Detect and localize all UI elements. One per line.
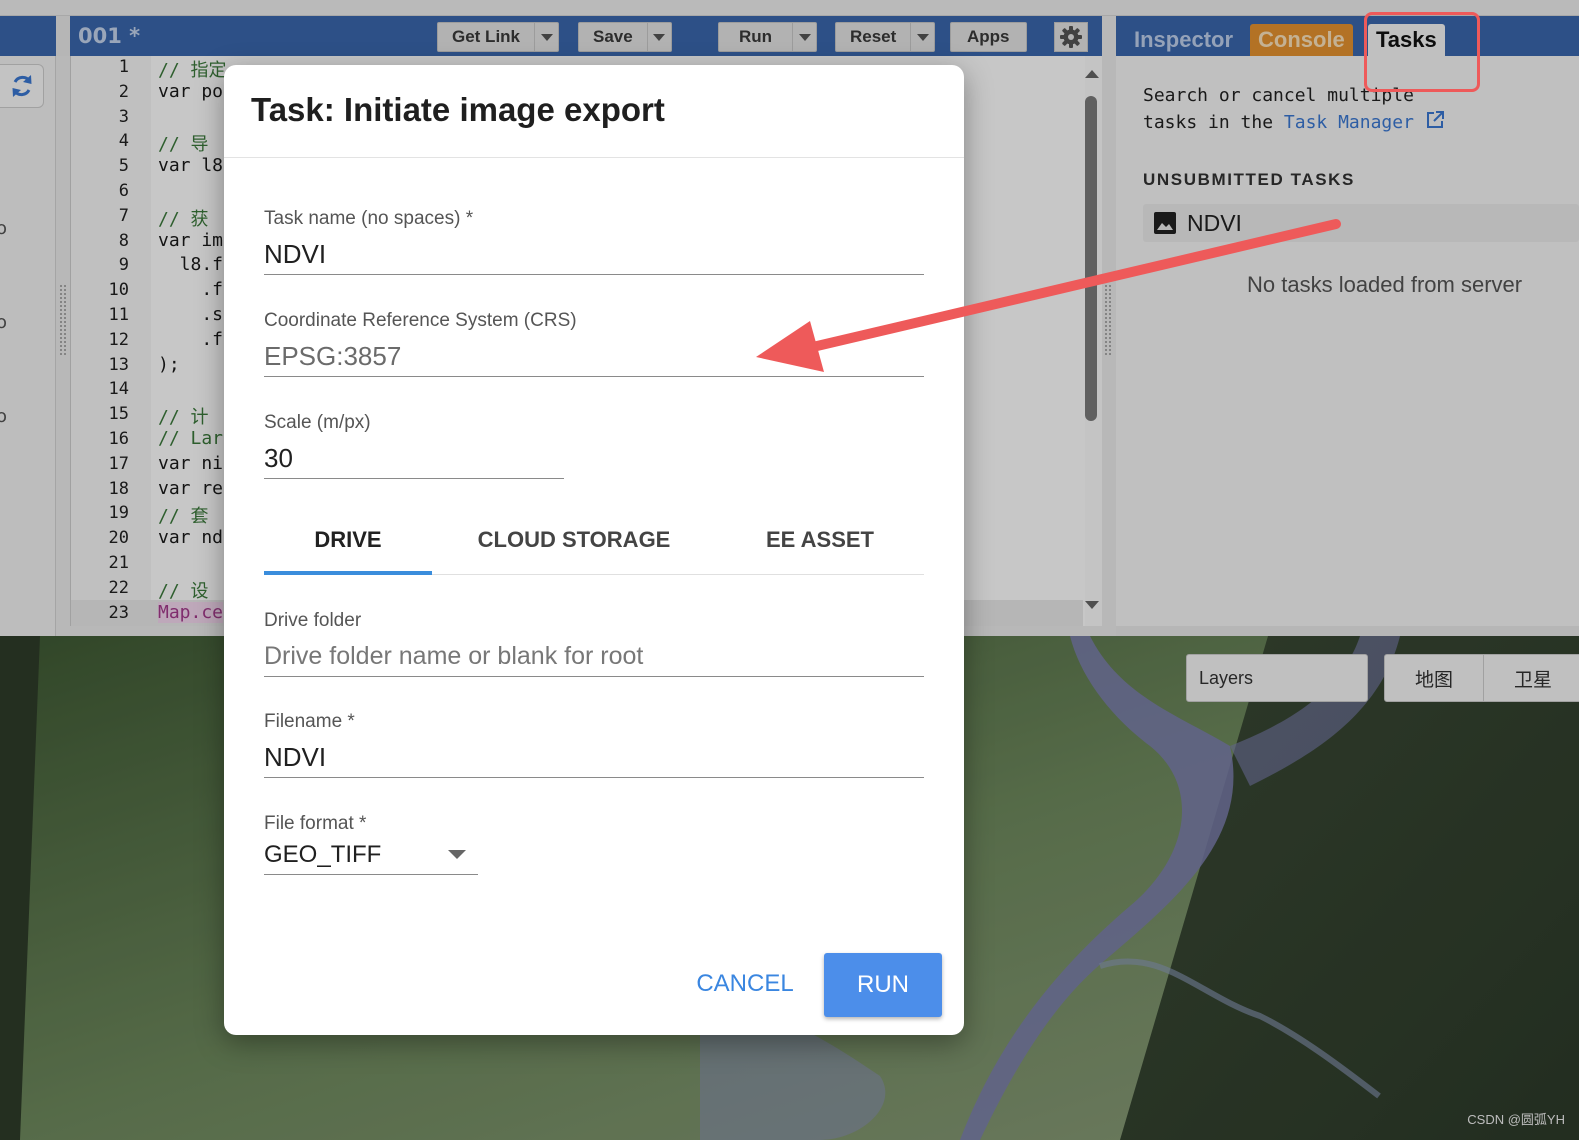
- crs-label: Coordinate Reference System (CRS): [264, 310, 577, 331]
- file-format-value: GEO_TIFF: [264, 840, 382, 868]
- cancel-button[interactable]: CANCEL: [690, 954, 800, 1014]
- crs-input[interactable]: [264, 337, 924, 377]
- task-name-input[interactable]: [264, 235, 924, 275]
- dialog-divider: [224, 157, 964, 158]
- export-destination-tabs: DRIVE CLOUD STORAGE EE ASSET: [264, 505, 924, 575]
- export-task-dialog: Task: Initiate image export Task name (n…: [224, 65, 964, 1035]
- drive-folder-input[interactable]: [264, 637, 924, 677]
- run-button[interactable]: RUN: [824, 953, 942, 1017]
- tab-cloud-storage[interactable]: CLOUD STORAGE: [474, 505, 674, 575]
- drive-folder-label: Drive folder: [264, 610, 362, 631]
- filename-input[interactable]: [264, 738, 924, 778]
- dropdown-arrow-icon: [448, 850, 466, 859]
- scale-input[interactable]: [264, 439, 564, 479]
- scale-label: Scale (m/px): [264, 412, 371, 433]
- file-format-label: File format *: [264, 813, 367, 834]
- tab-drive[interactable]: DRIVE: [264, 505, 432, 575]
- tab-ee-asset[interactable]: EE ASSET: [750, 505, 890, 575]
- task-name-label: Task name (no spaces) *: [264, 208, 474, 229]
- filename-label: Filename *: [264, 711, 355, 732]
- dialog-title: Task: Initiate image export: [251, 91, 665, 128]
- annotation-highlight-box: [1364, 12, 1480, 92]
- file-format-select[interactable]: GEO_TIFF: [264, 835, 478, 875]
- active-tab-indicator: [264, 571, 432, 575]
